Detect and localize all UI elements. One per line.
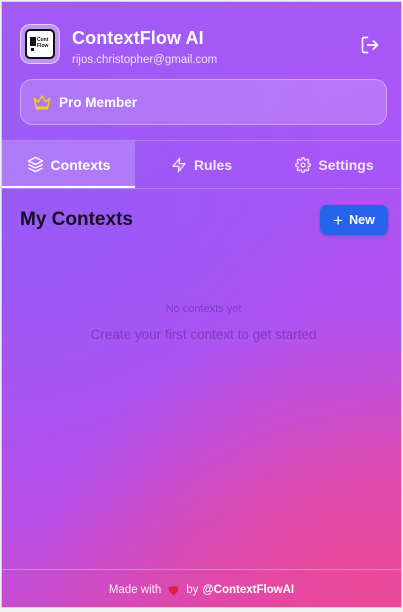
tab-contexts-label: Contexts bbox=[50, 156, 111, 173]
tab-rules-label: Rules bbox=[193, 156, 233, 173]
divider bbox=[2, 188, 401, 189]
new-button-label: New bbox=[349, 213, 375, 227]
heart-icon bbox=[167, 584, 180, 596]
membership-label: Pro Member bbox=[59, 94, 138, 110]
extension-frame: Cont Flow ContextFlow AI rijos.christoph… bbox=[0, 0, 403, 612]
footer-made-with: Made with bbox=[108, 583, 162, 596]
svg-text:Flow: Flow bbox=[37, 43, 48, 49]
app-title: ContextFlow AI bbox=[72, 28, 204, 48]
tab-bar: Contexts Rules Settings bbox=[2, 141, 401, 188]
plus-icon: + bbox=[333, 210, 344, 230]
tab-contexts[interactable]: Contexts bbox=[2, 141, 135, 188]
header: Cont Flow ContextFlow AI rijos.christoph… bbox=[2, 2, 401, 140]
logout-icon bbox=[361, 36, 379, 54]
tab-settings-label: Settings bbox=[318, 156, 374, 173]
footer-handle-link[interactable]: @ContextFlowAI bbox=[202, 584, 294, 596]
membership-badge: Pro Member bbox=[20, 79, 387, 125]
new-context-button[interactable]: + New bbox=[320, 205, 388, 235]
popup-panel: Cont Flow ContextFlow AI rijos.christoph… bbox=[1, 1, 402, 608]
gear-icon bbox=[295, 156, 312, 173]
contextflow-logo-icon: Cont Flow bbox=[25, 29, 55, 59]
lightning-icon bbox=[172, 157, 186, 172]
app-logo: Cont Flow bbox=[20, 24, 60, 64]
empty-state-subtitle: Create your first context to get started bbox=[90, 327, 317, 342]
footer-by: by bbox=[186, 583, 199, 596]
page-title: My Contexts bbox=[20, 209, 133, 230]
crown-icon bbox=[33, 95, 51, 110]
logout-button[interactable] bbox=[358, 33, 382, 57]
empty-state-title: No contexts yet bbox=[165, 303, 242, 315]
tab-settings[interactable]: Settings bbox=[268, 141, 401, 188]
footer: Made with by @ContextFlowAI bbox=[2, 570, 401, 607]
tab-rules[interactable]: Rules bbox=[135, 141, 268, 188]
layers-icon bbox=[27, 156, 43, 173]
user-email: rijos.christopher@gmail.com bbox=[72, 54, 218, 66]
